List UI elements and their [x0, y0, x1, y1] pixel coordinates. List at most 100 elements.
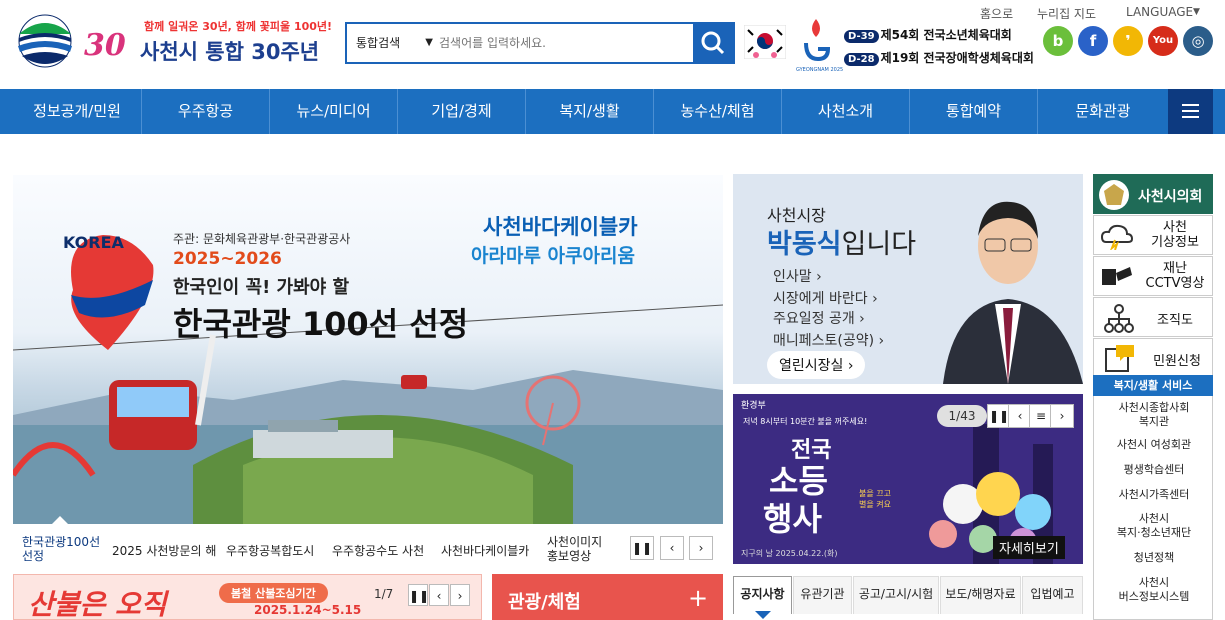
wildfire-period: 2025.1.24~5.15 [254, 603, 362, 617]
tab-related-org[interactable]: 유관기관 [793, 576, 852, 614]
hero-tab-5[interactable]: 사천바다케이블카 [441, 542, 529, 559]
sidebar-label: 재난 CCTV영상 [1145, 261, 1205, 291]
welfare-link[interactable]: 사천시 버스정보시스템 [1094, 576, 1214, 604]
welfare-link[interactable]: 사천시 복지·청소년재단 [1094, 512, 1214, 540]
nav-item-info[interactable]: 정보공개/민원 [13, 89, 142, 134]
org-chart-icon [1104, 304, 1134, 333]
search-bar: 통합검색 ▼ [345, 22, 735, 64]
tab-legislation[interactable]: 입법예고 [1022, 576, 1083, 614]
lights-off-banner[interactable]: 환경부 저녁 8시부터 10분간 불을 꺼주세요! 전국 소등 행사 불을 끄고… [733, 394, 1083, 564]
active-tab-pointer [755, 611, 771, 619]
site-logo[interactable]: 30 함께 일궈온 30년, 함께 꽃피울 100년! 사천시 통합 30주년 [12, 14, 337, 70]
event-logo[interactable]: GYEONGNAM 2025 [796, 17, 844, 73]
welfare-link[interactable]: 평생학습센터 [1094, 463, 1214, 477]
tab-announcement[interactable]: 공고/고시/시험 [853, 576, 939, 614]
mayor-link-schedule[interactable]: 주요일정 공개 › [773, 308, 865, 328]
event-date: 지구의 날 2025.04.22.(화) [741, 549, 838, 558]
pause-icon[interactable]: ❚❚ [408, 584, 429, 606]
tourism-title: 관광/체험 [508, 592, 581, 613]
hero-years: 2025~2026 [173, 249, 282, 269]
open-mayor-office-button[interactable]: 열린시장실 › [767, 351, 866, 379]
nav-item-agriculture[interactable]: 농수산/체험 [654, 89, 782, 134]
anniversary-number: 30 [84, 28, 126, 63]
chevron-right-icon[interactable]: › [689, 536, 713, 560]
main-visual-slide[interactable]: KOREA 주관: 문화체육관광부·한국관광공사 2025~2026 한국인이 … [13, 175, 723, 524]
hero-tag-aquarium: 아라마루 아쿠아리움 [471, 245, 635, 267]
chevron-left-icon[interactable]: ‹ [429, 584, 449, 606]
nav-item-tourism[interactable]: 문화관광 [1038, 89, 1168, 134]
sidebar-item-org[interactable]: 조직도 [1093, 297, 1213, 337]
nav-item-about[interactable]: 사천소개 [782, 89, 910, 134]
welfare-link[interactable]: 사천시 여성회관 [1094, 438, 1214, 452]
plus-icon[interactable]: + [688, 584, 708, 612]
hero-tab-1[interactable]: 한국관광100선 선정 [22, 535, 106, 563]
sidebar-item-cctv[interactable]: 재난 CCTV영상 [1093, 256, 1213, 296]
wildfire-banner[interactable]: 산불은 오직 봄철 산불조심기간 2025.1.24~5.15 1/7 ❚❚ ‹… [13, 574, 482, 620]
mayor-box: 사천시장 박동식입니다 인사말 › 시장에게 바란다 › 주요일정 공개 › 매… [733, 174, 1083, 384]
wildfire-period-label: 봄철 산불조심기간 [219, 583, 328, 603]
hero-sub: 주관: 문화체육관광부·한국관광공사 [173, 232, 351, 246]
home-link[interactable]: 홈으로 [980, 5, 1013, 22]
dday-text: 제54회 전국소년체육대회 [880, 28, 1012, 42]
hero-tab-4[interactable]: 우주항공수도 사천 [332, 542, 424, 559]
sidebar-item-petition[interactable]: 민원신청 [1093, 338, 1213, 376]
council-emblem-icon [1099, 180, 1129, 210]
facebook-icon[interactable]: f [1078, 26, 1108, 56]
tab-notice[interactable]: 공지사항 [733, 576, 792, 614]
hero-tab-6[interactable]: 사천이미지 홍보영상 [547, 535, 615, 563]
instagram-icon[interactable]: ◎ [1183, 26, 1213, 56]
chevron-right-icon[interactable]: › [450, 584, 470, 606]
mayor-name-text: 박동식 [767, 229, 842, 260]
hero-tab-3[interactable]: 우주항공복합도시 [226, 542, 314, 559]
torch-icon [804, 19, 831, 62]
blog-icon[interactable]: b [1043, 26, 1073, 56]
dday-1[interactable]: D-39 제54회 전국소년체육대회 [844, 26, 1012, 43]
welfare-link[interactable]: 사천시가족센터 [1094, 488, 1214, 502]
dday-text: 제19회 전국장애학생체육대회 [880, 51, 1034, 65]
hero-line2: 한국관광 100선 선정 [173, 305, 469, 343]
taegukgi-icon[interactable] [744, 25, 786, 59]
pause-icon[interactable]: ❚❚ [630, 536, 654, 560]
dday-tag: D-39 [844, 30, 879, 43]
search-category-select[interactable]: 통합검색 ▼ [347, 24, 439, 62]
youtube-icon[interactable]: You [1148, 26, 1178, 56]
sacheon-emblem-icon [18, 14, 72, 68]
welfare-link[interactable]: 사천시종합사회 복지관 [1094, 401, 1214, 429]
bubble-text: 불을 끄고 별을 켜요 [859, 489, 891, 509]
hero-tag-cablecar: 사천바다케이블카 [483, 215, 638, 239]
nav-item-welfare[interactable]: 복지/생활 [526, 89, 654, 134]
chevron-left-icon[interactable]: ‹ [660, 536, 684, 560]
sidebar-item-weather[interactable]: 사천 기상정보 [1093, 215, 1213, 255]
nav-item-economy[interactable]: 기업/경제 [398, 89, 526, 134]
chevron-right-icon[interactable]: › [1050, 404, 1074, 428]
all-menu-button[interactable] [1168, 89, 1213, 134]
welfare-list: 사천시종합사회 복지관 사천시 여성회관 평생학습센터 사천시가족센터 사천시 … [1093, 396, 1213, 620]
council-link[interactable]: 사천시의회 [1093, 174, 1213, 214]
nav-item-reservation[interactable]: 통합예약 [910, 89, 1038, 134]
nav-item-aerospace[interactable]: 우주항공 [142, 89, 270, 134]
kakaostory-icon[interactable]: ❜ [1113, 26, 1143, 56]
mayor-photo [943, 201, 1083, 384]
chevron-down-icon: ▼ [425, 37, 433, 48]
search-input[interactable] [439, 24, 695, 62]
language-link[interactable]: LANGUAGE [1126, 5, 1193, 19]
wildfire-counter: 1/7 [374, 587, 394, 601]
mayor-link-request[interactable]: 시장에게 바란다 › [773, 288, 878, 308]
banner-counter: 1/43 [937, 405, 987, 427]
sitemap-link[interactable]: 누리집 지도 [1037, 5, 1096, 22]
nav-item-news[interactable]: 뉴스/미디어 [270, 89, 398, 134]
title-line-3: 행사 [763, 500, 822, 538]
wildfire-title: 산불은 오직 [28, 588, 167, 620]
event-logo-text: GYEONGNAM 2025 [796, 67, 844, 73]
mayor-link-manifesto[interactable]: 매니페스토(공약) › [773, 330, 884, 350]
logo-title: 사천시 통합 30주년 [140, 40, 320, 64]
tourism-box[interactable]: 관광/체험 + [492, 574, 723, 620]
dday-2[interactable]: D-28 제19회 전국장애학생체육대회 [844, 49, 1034, 66]
view-more-button[interactable]: 자세히보기 [993, 536, 1065, 559]
hero-tab-2[interactable]: 2025 사천방문의 해 [112, 542, 216, 559]
cctv-icon [1102, 267, 1132, 285]
tab-press[interactable]: 보도/해명자료 [940, 576, 1021, 614]
search-button[interactable] [693, 24, 733, 62]
welfare-link[interactable]: 청년정책 [1094, 551, 1214, 565]
mayor-link-greeting[interactable]: 인사말 › [773, 266, 822, 286]
